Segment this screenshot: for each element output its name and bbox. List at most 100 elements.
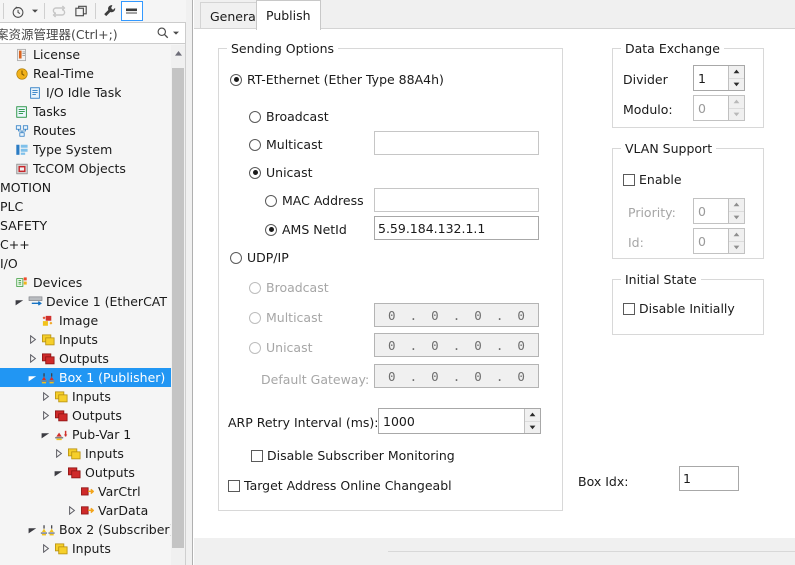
arp-retry-spin-buttons[interactable] xyxy=(524,409,540,433)
udp-unicast-ip-input[interactable]: 0 . 0 . 0 . 0 xyxy=(374,333,539,357)
radio-rt-multicast[interactable]: Multicast xyxy=(249,137,323,152)
rt-multicast-input[interactable] xyxy=(374,131,539,155)
udp-multicast-ip-input[interactable]: 0 . 0 . 0 . 0 xyxy=(374,303,539,327)
tree-item-outputs[interactable]: Outputs xyxy=(0,406,171,425)
tree-item-inputs[interactable]: Inputs xyxy=(0,539,171,558)
scroll-up-arrow-icon[interactable] xyxy=(171,45,185,61)
spin-down-icon[interactable] xyxy=(729,211,744,223)
vlan-priority-spin-buttons[interactable] xyxy=(728,199,744,223)
expand-arrow-icon[interactable] xyxy=(26,330,39,349)
wrench-icon[interactable] xyxy=(99,1,121,21)
checkbox-vlan-enable[interactable]: Enable xyxy=(623,172,682,187)
collapse-arrow-icon[interactable] xyxy=(26,520,39,539)
collapse-arrow-icon[interactable] xyxy=(26,368,39,387)
expand-arrow-icon[interactable] xyxy=(39,539,52,558)
modulo-stepper[interactable]: 0 xyxy=(693,95,745,121)
collapse-arrow-icon[interactable] xyxy=(13,292,26,311)
spin-up-icon[interactable] xyxy=(729,199,744,212)
vlan-id-spin-buttons[interactable] xyxy=(728,229,744,253)
expand-arrow-icon[interactable] xyxy=(65,501,78,520)
tree-item-c[interactable]: C++ xyxy=(0,235,171,254)
radio-udp-unicast[interactable]: Unicast xyxy=(249,340,313,355)
dropdown-arrow-icon[interactable] xyxy=(29,1,41,21)
solution-tree[interactable]: License Real-Time I/O Idle Task Tasks Routes… xyxy=(0,45,171,565)
tree-item-inputs[interactable]: Inputs xyxy=(0,387,171,406)
tree-item-vardata[interactable]: VarData xyxy=(0,501,171,520)
search-input[interactable]: 案资源管理器(Ctrl+;) xyxy=(0,22,186,44)
spin-down-icon[interactable] xyxy=(729,108,744,120)
radio-mac-address[interactable]: MAC Address xyxy=(265,193,364,208)
checkbox-disable-initially[interactable]: Disable Initially xyxy=(623,301,735,316)
radio-udp-multicast[interactable]: Multicast xyxy=(249,310,323,325)
tree-scrollbar-thumb[interactable] xyxy=(172,68,184,548)
spin-up-icon[interactable] xyxy=(729,66,744,79)
radio-rt-ethernet[interactable]: RT-Ethernet (Ether Type 88A4h) xyxy=(230,72,444,87)
tree-item-box-1-publisher[interactable]: Box 1 (Publisher) xyxy=(0,368,171,387)
default-gateway-ip-input[interactable]: 0 . 0 . 0 . 0 xyxy=(374,364,539,388)
tree-item-safety[interactable]: SAFETY xyxy=(0,216,171,235)
spin-up-icon[interactable] xyxy=(525,409,540,422)
divider-stepper[interactable]: 1 xyxy=(693,65,745,91)
copy-windows-icon[interactable] xyxy=(70,1,92,21)
mac-address-input[interactable] xyxy=(374,188,539,212)
tree-item-varctrl[interactable]: VarCtrl xyxy=(0,482,171,501)
tree-item-tccom-objects[interactable]: TcCOM Objects xyxy=(0,159,171,178)
radio-rt-broadcast[interactable]: Broadcast xyxy=(249,109,329,124)
tree-item-outputs[interactable]: Outputs xyxy=(0,463,171,482)
tree-item-devices[interactable]: Devices xyxy=(0,273,171,292)
collapse-arrow-icon[interactable] xyxy=(39,425,52,444)
tree-item-real-time[interactable]: Real-Time xyxy=(0,64,171,83)
tree-item-i-o-idle-task[interactable]: I/O Idle Task xyxy=(0,83,171,102)
sync-arrows-icon[interactable] xyxy=(48,1,70,21)
tree-item-type-system[interactable]: Type System xyxy=(0,140,171,159)
expand-arrow-icon[interactable] xyxy=(52,444,65,463)
search-input-value[interactable]: 案资源管理器(Ctrl+;) xyxy=(0,24,151,43)
spin-up-icon[interactable] xyxy=(729,96,744,109)
spin-down-icon[interactable] xyxy=(729,78,744,90)
modulo-value[interactable]: 0 xyxy=(694,96,728,120)
arp-retry-interval-stepper[interactable]: 1000 xyxy=(378,408,541,434)
tree-item-device-1-ethercat-aut[interactable]: Device 1 (EtherCAT Aut xyxy=(0,292,171,311)
tree-item-routes[interactable]: Routes xyxy=(0,121,171,140)
clock-history-icon[interactable] xyxy=(7,1,29,21)
search-icon-group[interactable] xyxy=(151,23,185,43)
tree-item-i-o[interactable]: I/O xyxy=(0,254,171,273)
box-idx-input[interactable]: 1 xyxy=(679,466,739,491)
vlan-priority-stepper[interactable]: 0 xyxy=(693,198,745,224)
modulo-spin-buttons[interactable] xyxy=(728,96,744,120)
radio-udp-ip[interactable]: UDP/IP xyxy=(230,250,289,265)
tree-item-outputs[interactable]: Outputs xyxy=(0,349,171,368)
checkbox-disable-subscriber-monitoring[interactable]: Disable Subscriber Monitoring xyxy=(251,448,455,463)
tree-item-tasks[interactable]: Tasks xyxy=(0,102,171,121)
tree-item-motion[interactable]: MOTION xyxy=(0,178,171,197)
radio-udp-broadcast[interactable]: Broadcast xyxy=(249,280,329,295)
tree-item-inputs[interactable]: Inputs xyxy=(0,330,171,349)
arp-retry-value[interactable]: 1000 xyxy=(379,409,524,433)
tree-scrollbar[interactable] xyxy=(171,45,185,565)
ams-netid-input[interactable]: 5.59.184.132.1.1 xyxy=(374,216,539,240)
spin-down-icon[interactable] xyxy=(525,421,540,433)
checkbox-target-address-online-changeable[interactable]: Target Address Online Changeabl xyxy=(228,478,452,493)
expand-arrow-icon[interactable] xyxy=(39,387,52,406)
divider-spin-buttons[interactable] xyxy=(728,66,744,90)
tree-item-plc[interactable]: PLC xyxy=(0,197,171,216)
spin-down-icon[interactable] xyxy=(729,241,744,253)
spin-up-icon[interactable] xyxy=(729,229,744,242)
panel-splitter[interactable] xyxy=(186,0,193,565)
collapse-arrow-icon[interactable] xyxy=(52,463,65,482)
expand-arrow-icon[interactable] xyxy=(26,349,39,368)
vlan-id-value[interactable]: 0 xyxy=(694,229,728,253)
tab-publish[interactable]: Publish xyxy=(256,0,321,30)
vlan-id-stepper[interactable]: 0 xyxy=(693,228,745,254)
vlan-priority-value[interactable]: 0 xyxy=(694,199,728,223)
tree-item-image[interactable]: Image xyxy=(0,311,171,330)
minimize-panel-icon[interactable] xyxy=(121,1,143,21)
tree-item-box-2-subscriber[interactable]: Box 2 (Subscriber) xyxy=(0,520,171,539)
expand-arrow-icon[interactable] xyxy=(39,406,52,425)
tree-item-pub-var-1[interactable]: Pub-Var 1 xyxy=(0,425,171,444)
tree-item-license[interactable]: License xyxy=(0,45,171,64)
divider-value[interactable]: 1 xyxy=(694,66,728,90)
radio-ams-netid[interactable]: AMS NetId xyxy=(265,222,347,237)
radio-rt-unicast[interactable]: Unicast xyxy=(249,165,313,180)
tree-item-inputs[interactable]: Inputs xyxy=(0,444,171,463)
